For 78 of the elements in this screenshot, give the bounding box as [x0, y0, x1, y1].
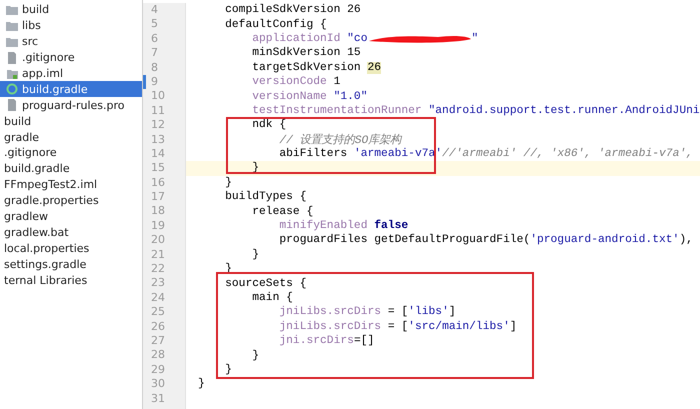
tree-item[interactable]: build.gradle [0, 81, 142, 98]
code-line: jniLibs.srcDirs = ['src/main/libs'] [278, 320, 518, 334]
code-line: proguardFiles getDefaultProguardFile('proguard-android.txt'), [278, 233, 694, 248]
code-line: defaultConfig { [224, 18, 328, 32]
line-number: 13 [150, 132, 166, 147]
tree-item[interactable]: settings.gradle [0, 256, 142, 272]
tree-item[interactable]: gradlew [0, 208, 142, 224]
line-number: 9 [150, 74, 159, 90]
code-line: main { [251, 290, 294, 306]
code-line: minifyEnabled false [278, 218, 410, 234]
file-icon [6, 99, 18, 112]
line-number: 31 [150, 392, 166, 406]
line-number: 10 [150, 89, 166, 104]
module-file-icon [6, 68, 18, 80]
line-number: 15 [150, 161, 166, 176]
tree-item[interactable]: libs [0, 18, 142, 34]
code-line: jni.srcDirs=[] [278, 334, 376, 348]
tree-item[interactable]: src [0, 34, 142, 50]
tree-item[interactable]: local.properties [0, 240, 142, 256]
tree-item[interactable]: FFmpegTest2.iml [0, 176, 142, 193]
line-number: 29 [150, 362, 166, 378]
tree-item[interactable]: build.gradle [0, 160, 142, 177]
code-line: versionCode 1 [251, 74, 342, 90]
code-line: testInstrumentationRunner "android.support.test.runner.AndroidJUni [251, 104, 700, 118]
code-line: targetSdkVersion 26 [251, 60, 382, 75]
line-number: 12 [150, 118, 166, 133]
line-number: 19 [150, 218, 166, 234]
tree-item[interactable]: gradlew.bat [0, 224, 142, 240]
code-line: release { [251, 204, 314, 219]
line-number: 8 [150, 60, 159, 75]
tree-item[interactable]: .gitignore [0, 50, 142, 66]
tree-item[interactable]: build [0, 113, 142, 130]
code-line: } [251, 348, 260, 363]
code-line: } [224, 362, 233, 378]
tree-item[interactable]: app.iml [0, 66, 142, 82]
line-number: 18 [150, 204, 166, 219]
line-number: 16 [150, 176, 166, 190]
gradle-icon [6, 83, 18, 96]
code-line: buildTypes { [224, 190, 308, 204]
code-line: // 设置支持的SO库架构 [278, 132, 404, 147]
line-number: 5 [150, 17, 159, 32]
code-line: ndk { [251, 118, 288, 133]
code-line: compileSdkVersion 26 [224, 3, 362, 18]
tree-item[interactable]: .gitignore [0, 145, 142, 161]
code-line: applicationId "co " [251, 32, 480, 46]
code-line: minSdkVersion 15 [251, 46, 362, 61]
line-number: 21 [150, 248, 166, 262]
line-number: 24 [150, 290, 166, 306]
line-number: 22 [150, 262, 166, 276]
file-icon [6, 52, 18, 64]
tree-item[interactable]: gradle.properties [0, 192, 142, 209]
line-number: 17 [150, 190, 166, 204]
line-number: 30 [150, 377, 166, 392]
folder-icon [6, 4, 18, 16]
tree-item[interactable]: proguard-rules.pro [0, 97, 142, 114]
folder-icon [6, 36, 18, 48]
line-number: 20 [150, 233, 166, 248]
code-line: } [197, 377, 206, 392]
change-marker [143, 75, 146, 89]
tree-item[interactable]: ternal Libraries [0, 272, 142, 288]
line-number: 11 [150, 104, 166, 118]
code-line: } [251, 248, 260, 262]
line-number: 4 [150, 3, 159, 18]
line-number: 26 [150, 320, 166, 334]
code-line: jniLibs.srcDirs = ['libs'] [278, 305, 457, 320]
line-number: 6 [150, 32, 159, 46]
line-number: 25 [150, 305, 166, 320]
line-number: 27 [150, 334, 166, 348]
folder-icon [6, 20, 18, 32]
line-number: 28 [150, 348, 166, 363]
code-line: } [224, 176, 233, 190]
tree-item[interactable]: build [0, 2, 142, 18]
line-number: 23 [150, 276, 166, 291]
line-number: 14 [150, 146, 166, 162]
code-line: sourceSets { [224, 276, 308, 291]
tree-item[interactable]: gradle [0, 129, 142, 146]
line-number: 7 [150, 46, 159, 61]
code-line: versionName "1.0" [251, 90, 368, 104]
